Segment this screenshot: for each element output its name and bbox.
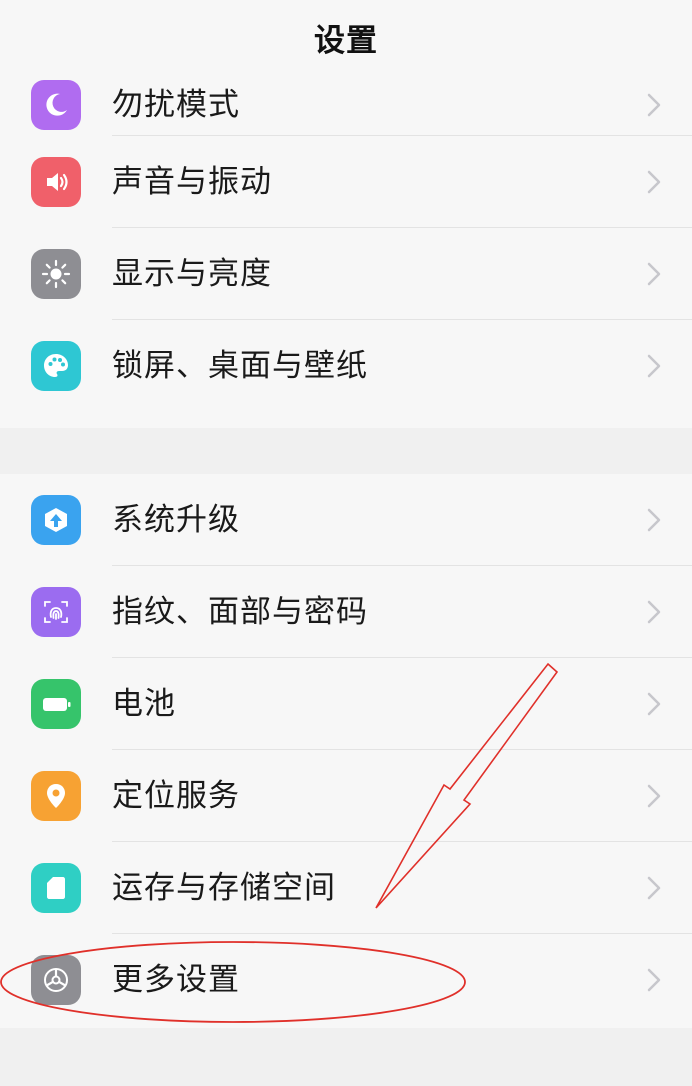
chevron-right-icon xyxy=(647,692,661,716)
settings-item-system-upgrade[interactable]: 系统升级 xyxy=(0,474,692,566)
gear-icon xyxy=(31,955,81,1005)
chevron-right-icon xyxy=(647,600,661,624)
location-pin-icon xyxy=(31,771,81,821)
header: 设置 xyxy=(0,0,692,75)
sun-icon xyxy=(31,249,81,299)
settings-item-lockscreen-wallpaper[interactable]: 锁屏、桌面与壁纸 xyxy=(0,320,692,412)
palette-icon xyxy=(31,341,81,391)
settings-item-do-not-disturb[interactable]: 勿扰模式 xyxy=(0,74,692,136)
chevron-right-icon xyxy=(647,968,661,992)
battery-icon xyxy=(31,679,81,729)
page-title: 设置 xyxy=(314,22,378,59)
settings-item-display-brightness[interactable]: 显示与亮度 xyxy=(0,228,692,320)
settings-item-ram-storage[interactable]: 运存与存储空间 xyxy=(0,842,692,934)
settings-item-location-services[interactable]: 定位服务 xyxy=(0,750,692,842)
settings-item-label: 勿扰模式 xyxy=(112,87,240,123)
settings-item-label: 更多设置 xyxy=(112,962,240,998)
settings-item-sound-vibration[interactable]: 声音与振动 xyxy=(0,136,692,228)
settings-group-2: 系统升级 指纹、面部与密码 电池 定位服务 运存与存储空间 更多设置 xyxy=(0,474,692,1028)
settings-item-more-settings[interactable]: 更多设置 xyxy=(0,934,692,1026)
settings-item-label: 系统升级 xyxy=(112,502,240,538)
settings-item-battery[interactable]: 电池 xyxy=(0,658,692,750)
settings-group-1: 勿扰模式 声音与振动 显示与亮度 锁屏、桌面与壁纸 xyxy=(0,74,692,428)
settings-item-label: 指纹、面部与密码 xyxy=(112,594,368,630)
settings-item-fingerprint-face-password[interactable]: 指纹、面部与密码 xyxy=(0,566,692,658)
chevron-right-icon xyxy=(647,170,661,194)
sd-card-icon xyxy=(31,863,81,913)
chevron-right-icon xyxy=(647,93,661,117)
settings-item-label: 显示与亮度 xyxy=(112,256,272,292)
chevron-right-icon xyxy=(647,262,661,286)
settings-item-label: 运存与存储空间 xyxy=(112,870,336,906)
settings-item-label: 锁屏、桌面与壁纸 xyxy=(112,348,368,384)
settings-item-label: 定位服务 xyxy=(112,778,240,814)
settings-item-label: 电池 xyxy=(112,686,176,722)
fingerprint-icon xyxy=(31,587,81,637)
speaker-icon xyxy=(31,157,81,207)
settings-item-label: 声音与振动 xyxy=(112,164,272,200)
chevron-right-icon xyxy=(647,784,661,808)
moon-icon xyxy=(31,80,81,130)
chevron-right-icon xyxy=(647,354,661,378)
upgrade-icon xyxy=(31,495,81,545)
chevron-right-icon xyxy=(647,508,661,532)
chevron-right-icon xyxy=(647,876,661,900)
